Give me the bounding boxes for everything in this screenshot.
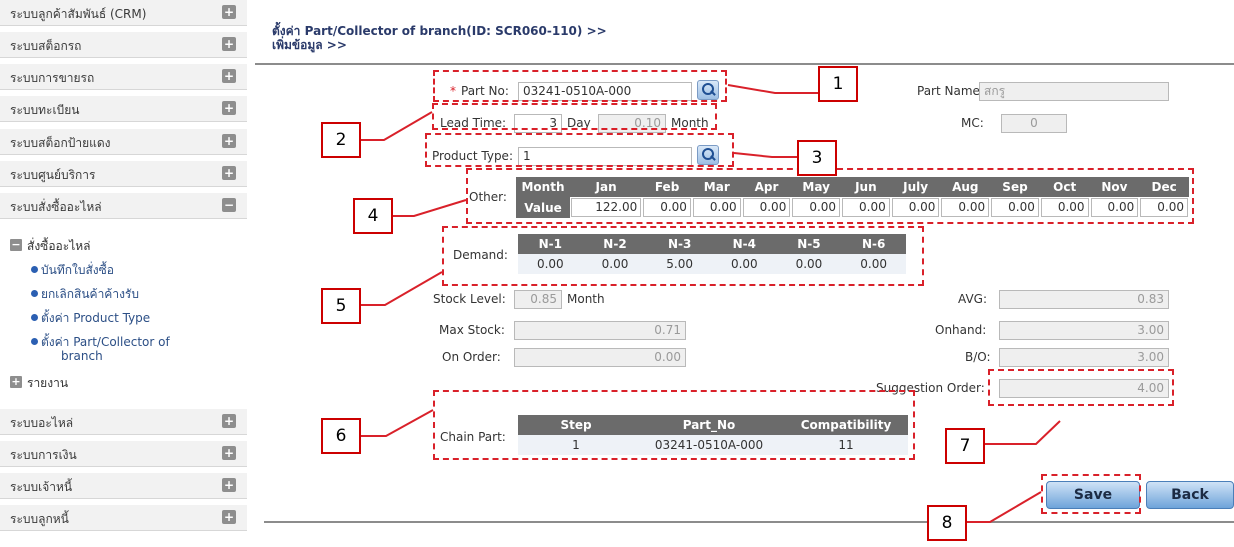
callout-number-3: 3 <box>797 140 837 176</box>
callout-number-5: 5 <box>321 288 361 324</box>
leader-line-5 <box>360 271 443 306</box>
callout-leader-lines <box>359 84 1061 523</box>
callout-number-4: 4 <box>353 198 393 234</box>
leader-line-1 <box>727 84 818 94</box>
leader-line-7 <box>985 420 1061 445</box>
callout-number-6: 6 <box>321 418 361 454</box>
callout-number-1: 1 <box>818 66 858 102</box>
leader-line-4 <box>391 199 467 217</box>
callout-number-2: 2 <box>321 122 361 158</box>
leader-line-8 <box>965 491 1042 523</box>
callout-number-7: 7 <box>945 428 985 464</box>
leader-line-2 <box>359 111 433 141</box>
leader-line-3 <box>733 152 797 158</box>
callout-number-8: 8 <box>927 505 967 541</box>
leader-line-6 <box>361 409 434 437</box>
